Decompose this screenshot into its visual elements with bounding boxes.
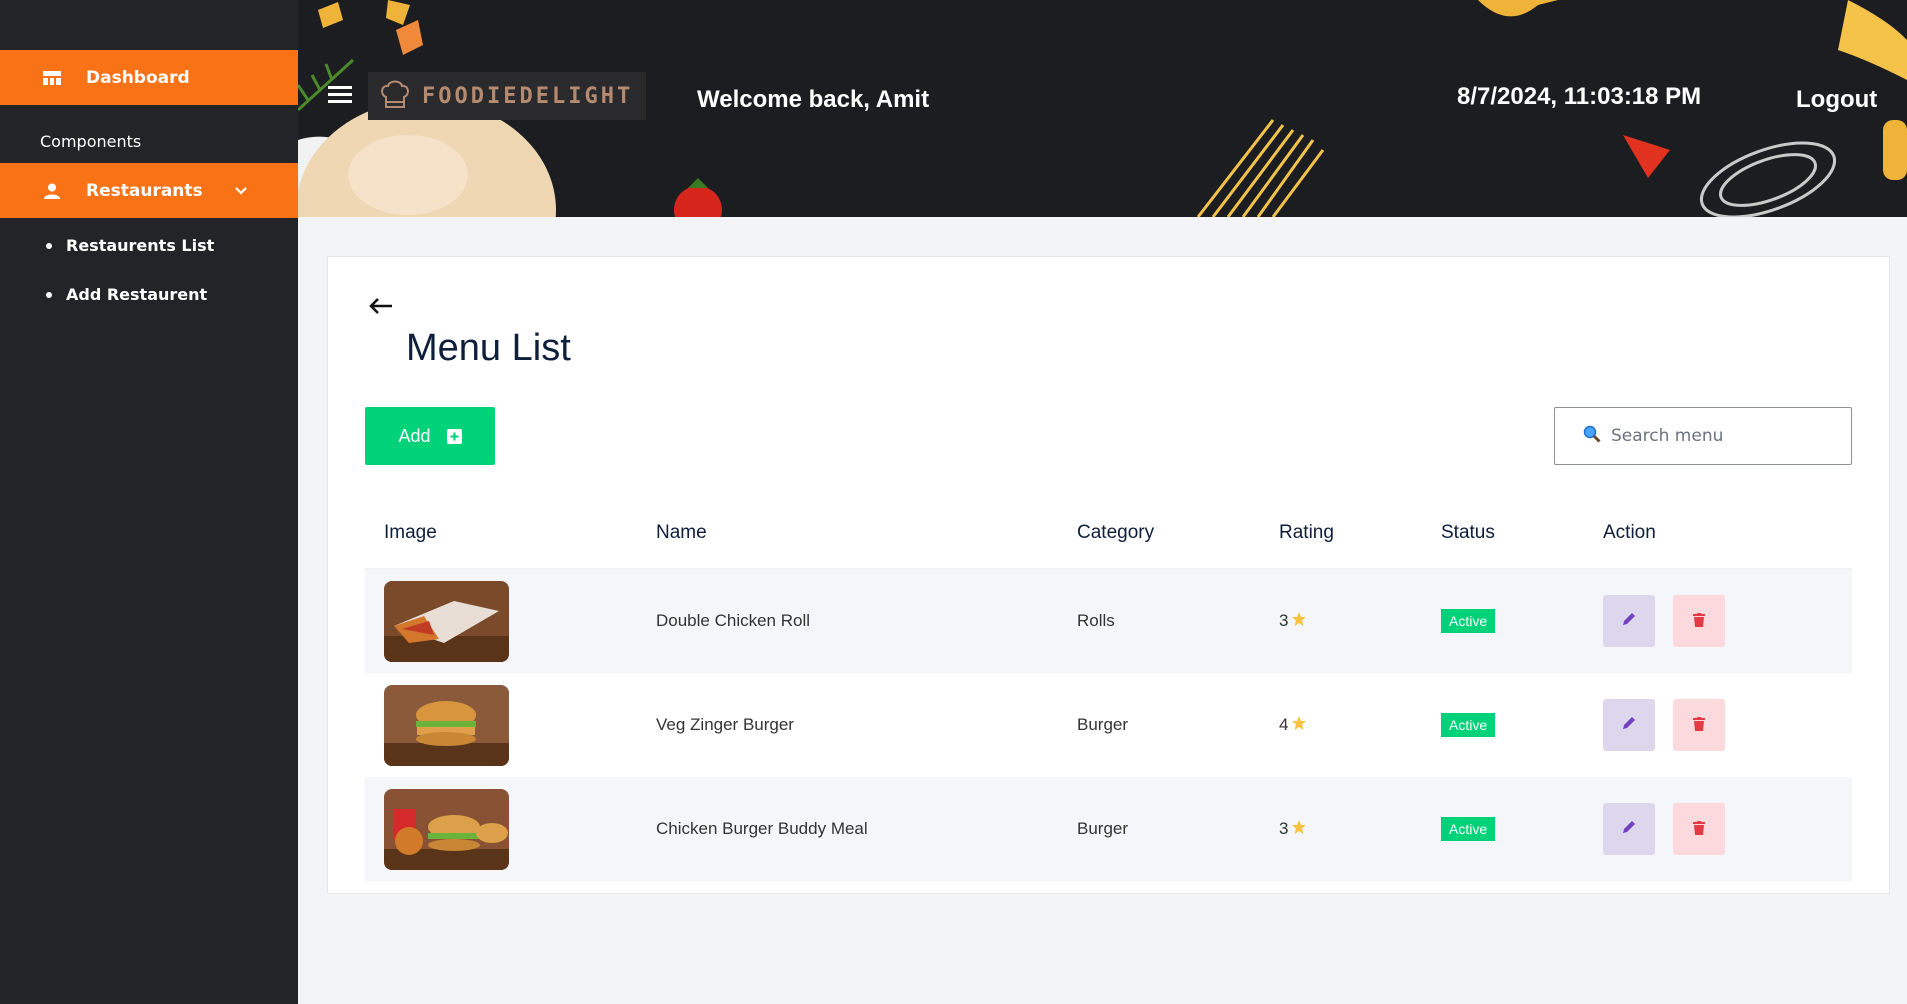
- trash-icon: [1693, 820, 1705, 839]
- chicken-roll-photo: [384, 580, 509, 662]
- trash-icon: [1693, 716, 1705, 735]
- logout-button[interactable]: Logout: [1796, 86, 1877, 114]
- brand-name: FOODIEDELIGHT: [422, 83, 634, 109]
- bullet-icon: [46, 242, 52, 249]
- delete-button[interactable]: [1673, 595, 1725, 647]
- sidebar-item-dashboard[interactable]: Dashboard: [0, 50, 298, 105]
- edit-button[interactable]: [1603, 595, 1655, 647]
- search-input[interactable]: [1611, 426, 1831, 446]
- top-header: FOODIEDELIGHT Welcome back, Amit 8/7/202…: [298, 0, 1907, 217]
- edit-icon: [1621, 715, 1637, 735]
- burger-meal-photo: [384, 788, 509, 870]
- star-icon: [1291, 611, 1307, 632]
- status-badge: Active: [1441, 817, 1496, 841]
- delete-button[interactable]: [1673, 803, 1725, 855]
- veg-burger-photo: [384, 684, 509, 766]
- sidebar-subitem-label: Restaurents List: [66, 236, 215, 255]
- table-row: Veg Zinger Burger Burger 4 Active: [365, 673, 1852, 777]
- bullet-icon: [46, 291, 52, 298]
- edit-button[interactable]: [1603, 803, 1655, 855]
- menu-item-rating: 3: [1279, 611, 1307, 632]
- menu-item-name: Double Chicken Roll: [656, 611, 811, 630]
- menu-item-category: Burger: [1077, 715, 1129, 734]
- edit-icon: [1621, 819, 1637, 839]
- star-icon: [1291, 715, 1307, 736]
- table-row: Chicken Burger Buddy Meal Burger 3 Activ…: [365, 777, 1852, 881]
- menu-item-name: Veg Zinger Burger: [656, 715, 794, 734]
- trash-icon: [1693, 612, 1705, 631]
- column-header-rating: Rating: [1279, 521, 1334, 543]
- rating-value: 3: [1279, 611, 1289, 630]
- delete-button[interactable]: [1673, 699, 1725, 751]
- sidebar-subitem-restaurants-list[interactable]: Restaurents List: [46, 236, 214, 255]
- status-badge: Active: [1441, 609, 1496, 633]
- add-button-label: Add: [398, 425, 431, 446]
- user-icon: [42, 181, 62, 201]
- welcome-message: Welcome back, Amit: [697, 86, 930, 113]
- search-box: [1554, 407, 1852, 465]
- current-datetime: 8/7/2024, 11:03:18 PM: [1457, 83, 1702, 110]
- column-header-category: Category: [1077, 521, 1155, 543]
- chef-hat-icon: [378, 77, 412, 115]
- row-actions: [1603, 699, 1725, 751]
- sidebar-subitem-label: Add Restaurent: [66, 285, 208, 304]
- plus-square-icon: [446, 428, 462, 444]
- star-icon: [1291, 819, 1307, 840]
- hamburger-icon[interactable]: [328, 86, 352, 104]
- sidebar-item-label: Restaurants: [86, 180, 203, 201]
- table-header: Image Name Category Rating Status Action: [365, 497, 1852, 569]
- row-actions: [1603, 595, 1725, 647]
- menu-item-rating: 3: [1279, 819, 1307, 840]
- menu-item-rating: 4: [1279, 715, 1307, 736]
- edit-button[interactable]: [1603, 699, 1655, 751]
- sidebar-item-label: Dashboard: [86, 67, 190, 88]
- sidebar-subitem-add-restaurant[interactable]: Add Restaurent: [46, 285, 207, 304]
- add-menu-button[interactable]: Add: [365, 407, 495, 465]
- column-header-action: Action: [1603, 521, 1656, 543]
- menu-item-category: Rolls: [1077, 611, 1115, 630]
- sidebar: Dashboard Components Restaurants Restaur…: [0, 0, 298, 1004]
- section-label-components: Components: [40, 132, 142, 151]
- table-row: Double Chicken Roll Rolls 3 Active: [365, 569, 1852, 673]
- page-title: Menu List: [406, 327, 571, 369]
- menu-table: Image Name Category Rating Status Action…: [365, 497, 1852, 881]
- brand-logo[interactable]: FOODIEDELIGHT: [368, 72, 646, 120]
- edit-icon: [1621, 611, 1637, 631]
- rating-value: 4: [1279, 715, 1289, 734]
- column-header-name: Name: [656, 521, 707, 543]
- row-actions: [1603, 803, 1725, 855]
- menu-item-name: Chicken Burger Buddy Meal: [656, 819, 868, 838]
- column-header-image: Image: [384, 521, 437, 543]
- rating-value: 3: [1279, 819, 1289, 838]
- menu-item-category: Burger: [1077, 819, 1129, 838]
- status-badge: Active: [1441, 713, 1496, 737]
- column-header-status: Status: [1441, 521, 1495, 543]
- menu-list-card: Menu List Add Image Name Category Rating…: [327, 256, 1890, 894]
- sidebar-item-restaurants[interactable]: Restaurants: [0, 163, 298, 218]
- dashboard-icon: [42, 68, 62, 88]
- chevron-down-icon: [234, 181, 248, 201]
- back-arrow-icon[interactable]: [368, 297, 394, 319]
- search-icon: [1583, 425, 1601, 447]
